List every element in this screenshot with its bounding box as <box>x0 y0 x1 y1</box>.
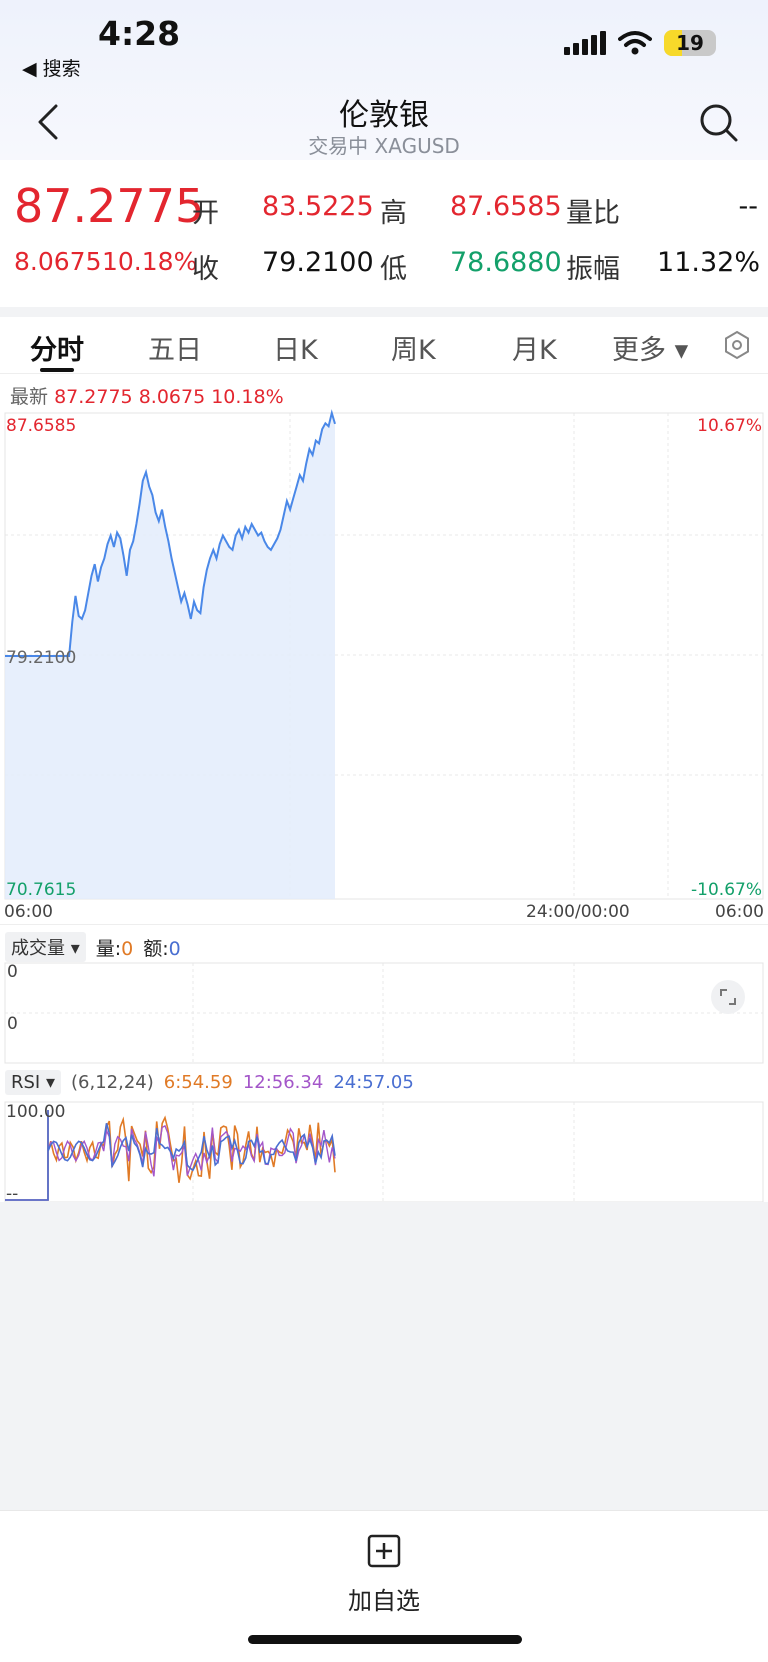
volume-y-mid: 0 <box>7 1014 18 1034</box>
volume-ratio-value: -- <box>738 191 759 222</box>
x-axis-end: 06:00 <box>715 902 764 922</box>
add-watchlist-label: 加自选 <box>348 1587 420 1615</box>
pct-axis-top: 10.67% <box>697 416 762 436</box>
price-change: 8.0675 <box>14 247 102 276</box>
volume-y-top: 0 <box>7 962 18 982</box>
back-to-app-link[interactable]: ◀ 搜索 <box>22 54 81 81</box>
battery-icon: 19 <box>664 30 716 56</box>
tab-monthly-k[interactable]: 月K <box>512 328 557 367</box>
tab-five-day[interactable]: 五日 <box>148 328 202 367</box>
volume-qty: 量:0 <box>95 937 134 960</box>
volume-amount: 额:0 <box>143 937 181 960</box>
amplitude-label: 振幅 <box>566 254 620 285</box>
close-value: 79.2100 <box>262 247 374 278</box>
quote-panel: 87.2775 8.0675 10.18% 开 83.5225 收 79.210… <box>0 175 768 313</box>
chart-divider <box>0 924 768 925</box>
volume-chart <box>4 962 764 1064</box>
y-axis-mid: 79.2100 <box>6 648 77 668</box>
intraday-price-chart[interactable] <box>0 405 768 900</box>
tab-daily-k[interactable]: 日K <box>273 328 318 367</box>
add-square-icon <box>367 1534 401 1568</box>
rsi-y-bottom: -- <box>6 1184 19 1204</box>
status-time: 4:28 <box>98 14 181 53</box>
status-icons: 19 <box>564 30 716 56</box>
active-tab-indicator <box>40 368 74 372</box>
volume-ratio-label: 量比 <box>566 198 620 229</box>
section-divider <box>0 307 768 317</box>
expand-icon[interactable] <box>711 980 745 1014</box>
page-title: 伦敦银 <box>339 98 429 133</box>
low-value: 78.6880 <box>450 247 562 278</box>
settings-icon[interactable] <box>722 330 752 360</box>
high-value: 87.6585 <box>450 191 562 222</box>
home-indicator <box>248 1635 522 1644</box>
search-icon[interactable] <box>698 102 740 144</box>
open-value: 83.5225 <box>262 191 374 222</box>
current-price: 87.2775 <box>14 179 205 233</box>
rsi-y-top: 100.00 <box>6 1102 66 1122</box>
tab-intraday[interactable]: 分时 <box>30 328 84 367</box>
volume-indicator-select[interactable]: 成交量 ▾ <box>5 932 86 962</box>
rsi6-value: 6:54.59 <box>163 1072 233 1093</box>
cellular-signal-icon <box>564 31 606 55</box>
y-axis-top: 87.6585 <box>6 416 77 436</box>
tab-more[interactable]: 更多 ▾ <box>612 328 688 367</box>
tab-weekly-k[interactable]: 周K <box>391 328 436 367</box>
rsi12-value: 12:56.34 <box>242 1072 324 1093</box>
y-axis-bottom: 70.7615 <box>6 880 77 900</box>
pct-axis-bottom: -10.67% <box>691 880 762 900</box>
rsi-header: RSI ▾ (6,12,24) 6:54.59 12:56.34 24:57.0… <box>5 1070 414 1095</box>
volume-header: 成交量 ▾ 量:0 额:0 <box>5 932 181 962</box>
rsi-params: (6,12,24) <box>71 1072 154 1093</box>
low-label: 低 <box>380 254 407 285</box>
price-change-pct: 10.18% <box>102 247 198 276</box>
page-subtitle: 交易中 XAGUSD <box>308 134 460 158</box>
empty-area <box>0 1202 768 1510</box>
rsi6-line <box>5 1110 336 1201</box>
x-axis-start: 06:00 <box>4 902 53 922</box>
open-label: 开 <box>192 198 219 229</box>
rsi-indicator-select[interactable]: RSI ▾ <box>5 1070 62 1095</box>
chart-tabs: 分时 五日 日K 周K 月K 更多 ▾ <box>0 318 768 374</box>
add-watchlist-button[interactable]: 加自选 <box>348 1527 420 1627</box>
rsi24-value: 24:57.05 <box>333 1072 414 1093</box>
x-axis-mid: 24:00/00:00 <box>526 902 630 922</box>
close-label: 收 <box>192 254 219 285</box>
rsi-chart <box>4 1101 764 1203</box>
amplitude-value: 11.32% <box>657 247 760 278</box>
high-label: 高 <box>380 198 407 229</box>
wifi-icon <box>618 31 652 55</box>
